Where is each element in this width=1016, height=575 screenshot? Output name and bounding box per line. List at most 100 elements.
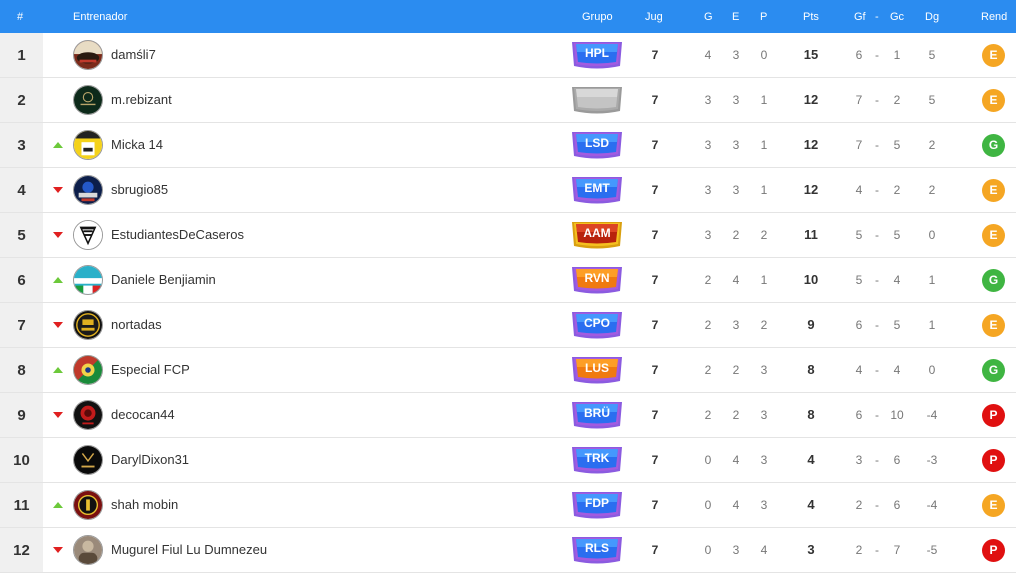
table-row[interactable]: 8 Especial FCP LUS 7 2 2 3 8 4-4 0 G [0, 348, 1016, 393]
trend-down-icon [53, 412, 63, 418]
won-value: 2 [704, 318, 712, 332]
coach-avatar[interactable] [73, 130, 103, 160]
header-group[interactable]: Grupo [582, 11, 613, 23]
table-row[interactable]: 5 EstudiantesDeCaseros AAM 7 3 2 2 11 5-5 0 E [0, 213, 1016, 258]
rank-cell: 4 [0, 168, 43, 213]
coach-avatar[interactable] [73, 220, 103, 250]
goal-diff-value: 2 [928, 138, 936, 152]
drawn-value: 2 [732, 408, 740, 422]
coach-avatar[interactable] [73, 445, 103, 475]
group-badge[interactable] [570, 85, 624, 115]
coach-name[interactable]: nortadas [111, 317, 162, 332]
goals-against-value: 6 [893, 453, 901, 467]
rank-cell: 12 [0, 528, 43, 573]
goal-diff-value: 0 [928, 228, 936, 242]
played-value: 7 [651, 138, 659, 152]
group-badge[interactable]: FDP [570, 490, 624, 520]
goals-against-value: 6 [893, 498, 901, 512]
table-row[interactable]: 12 Mugurel Fiul Lu Dumnezeu RLS 7 0 3 4 3 2-7 -5 P [0, 528, 1016, 573]
group-badge-label: AAM [583, 226, 611, 240]
header-points[interactable]: Pts [803, 11, 819, 23]
header-won[interactable]: G [704, 11, 713, 23]
coach-name[interactable]: EstudiantesDeCaseros [111, 227, 244, 242]
group-badge[interactable]: HPL [570, 40, 624, 70]
coach-name[interactable]: damśli7 [111, 47, 156, 62]
form-badge: G [982, 359, 1005, 382]
lost-value: 3 [760, 363, 768, 377]
coach-name[interactable]: Daniele Benjiamin [111, 272, 216, 287]
coach-avatar[interactable] [73, 310, 103, 340]
goals-against-value: 5 [893, 228, 901, 242]
coach-name[interactable]: m.rebizant [111, 92, 172, 107]
header-gf[interactable]: Gf [854, 11, 866, 23]
table-body: 1 damśli7 HPL 7 4 3 0 15 6-1 5 E 2 m.rebizant 7 3 3 1 12 7… [0, 33, 1016, 573]
table-row[interactable]: 10 DarylDixon31 TRK 7 0 4 3 4 3-6 -3 P [0, 438, 1016, 483]
goals-against-value: 2 [893, 183, 901, 197]
played-value: 7 [651, 363, 659, 377]
coach-avatar[interactable] [73, 265, 103, 295]
group-badge-label: BRÜ [584, 406, 610, 420]
header-gc[interactable]: Gc [890, 11, 904, 23]
header-dg[interactable]: Dg [925, 11, 939, 23]
won-value: 3 [704, 228, 712, 242]
table-row[interactable]: 9 decocan44 BRÜ 7 2 2 3 8 6-10 -4 P [0, 393, 1016, 438]
coach-name[interactable]: Mugurel Fiul Lu Dumnezeu [111, 542, 267, 557]
coach-name[interactable]: decocan44 [111, 407, 175, 422]
coach-name[interactable]: Especial FCP [111, 362, 190, 377]
group-badge-label: RLS [585, 541, 609, 555]
header-rend[interactable]: Rend [981, 11, 1007, 23]
coach-avatar[interactable] [73, 490, 103, 520]
goal-diff-value: 1 [928, 273, 936, 287]
table-row[interactable]: 1 damśli7 HPL 7 4 3 0 15 6-1 5 E [0, 33, 1016, 78]
points-value: 9 [807, 317, 815, 332]
won-value: 4 [704, 48, 712, 62]
coach-name[interactable]: Micka 14 [111, 137, 163, 152]
lost-value: 3 [760, 498, 768, 512]
lost-value: 1 [760, 183, 768, 197]
header-coach[interactable]: Entrenador [73, 11, 127, 23]
group-badge-label: LSD [585, 136, 609, 150]
form-badge: P [982, 449, 1005, 472]
goals-against-value: 10 [890, 408, 904, 422]
group-badge[interactable]: AAM [570, 220, 624, 250]
group-badge[interactable]: RLS [570, 535, 624, 565]
coach-name[interactable]: DarylDixon31 [111, 452, 189, 467]
table-row[interactable]: 7 nortadas CPO 7 2 3 2 9 6-5 1 E [0, 303, 1016, 348]
group-badge[interactable]: BRÜ [570, 400, 624, 430]
header-lost[interactable]: P [760, 11, 767, 23]
trend-up-icon [53, 502, 63, 508]
drawn-value: 3 [732, 318, 740, 332]
table-row[interactable]: 6 Daniele Benjiamin RVN 7 2 4 1 10 5-4 1 G [0, 258, 1016, 303]
coach-avatar[interactable] [73, 85, 103, 115]
table-row[interactable]: 4 sbrugio85 EMT 7 3 3 1 12 4-2 2 E [0, 168, 1016, 213]
coach-name[interactable]: sbrugio85 [111, 182, 168, 197]
group-badge[interactable]: RVN [570, 265, 624, 295]
group-badge[interactable]: LSD [570, 130, 624, 160]
coach-avatar[interactable] [73, 175, 103, 205]
group-badge[interactable]: EMT [570, 175, 624, 205]
goal-diff-value: -3 [926, 453, 938, 467]
coach-name[interactable]: shah mobin [111, 497, 178, 512]
table-row[interactable]: 3 Micka 14 LSD 7 3 3 1 12 7-5 2 G [0, 123, 1016, 168]
rank-number: 6 [17, 271, 26, 289]
table-header: # Entrenador Grupo Jug G E P Pts Gf - Gc… [0, 0, 1016, 33]
coach-avatar[interactable] [73, 400, 103, 430]
header-played[interactable]: Jug [645, 11, 663, 23]
table-row[interactable]: 11 shah mobin FDP 7 0 4 3 4 2-6 -4 E [0, 483, 1016, 528]
drawn-value: 3 [732, 183, 740, 197]
header-drawn[interactable]: E [732, 11, 739, 23]
coach-avatar[interactable] [73, 40, 103, 70]
standings-table: # Entrenador Grupo Jug G E P Pts Gf - Gc… [0, 0, 1016, 573]
points-value: 12 [803, 92, 819, 107]
group-badge[interactable]: TRK [570, 445, 624, 475]
coach-avatar[interactable] [73, 535, 103, 565]
goal-diff-value: 2 [928, 183, 936, 197]
lost-value: 1 [760, 138, 768, 152]
coach-avatar[interactable] [73, 355, 103, 385]
group-badge[interactable]: CPO [570, 310, 624, 340]
table-row[interactable]: 2 m.rebizant 7 3 3 1 12 7-2 5 E [0, 78, 1016, 123]
group-badge[interactable]: LUS [570, 355, 624, 385]
won-value: 3 [704, 93, 712, 107]
played-value: 7 [651, 498, 659, 512]
rank-cell: 11 [0, 483, 43, 528]
